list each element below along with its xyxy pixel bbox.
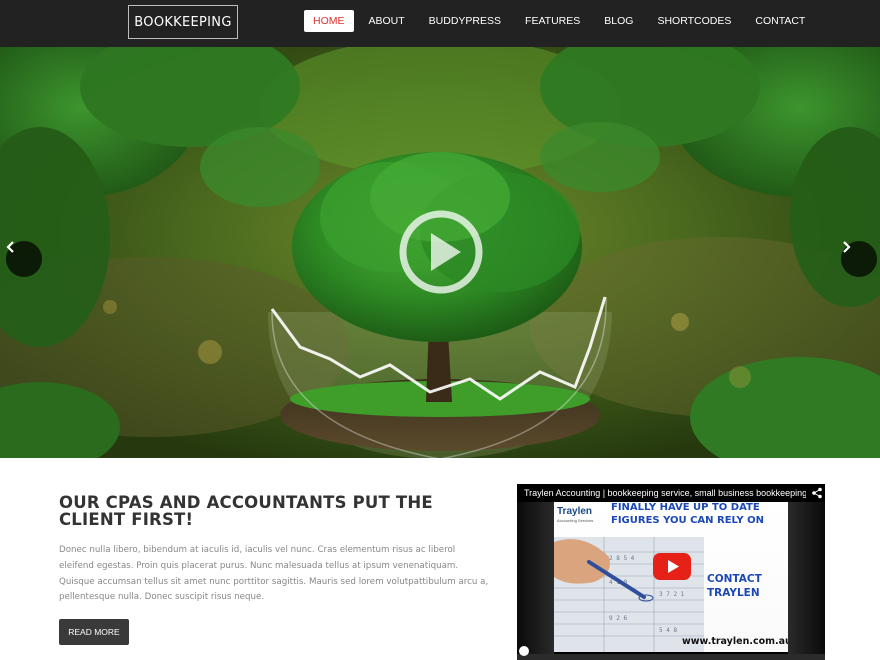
hero-slider — [0, 47, 880, 458]
video-embed[interactable]: Traylen Accounting | bookkeeping service… — [517, 484, 825, 660]
svg-text:9 2 6: 9 2 6 — [609, 615, 627, 622]
video-progress-bar[interactable] — [517, 654, 825, 660]
nav-item-blog[interactable]: BLOG — [595, 10, 642, 32]
video-title[interactable]: Traylen Accounting | bookkeeping service… — [524, 488, 806, 498]
chevron-right-icon — [843, 241, 851, 253]
thumbnail-url: www.traylen.com.au — [682, 636, 788, 647]
thumbnail-contact-line2: TRAYLEN — [707, 586, 760, 599]
thumbnail-contact-line1: CONTACT — [707, 573, 762, 585]
slider-prev-button[interactable] — [6, 241, 42, 277]
youtube-play-icon[interactable] — [653, 553, 691, 580]
video-side-right — [788, 502, 825, 660]
svg-text:5 4 8: 5 4 8 — [659, 627, 677, 634]
nav-item-features[interactable]: FEATURES — [516, 10, 589, 32]
slider-next-button[interactable] — [841, 241, 877, 277]
nav-item-contact[interactable]: CONTACT — [746, 10, 814, 32]
traylen-logo: Traylen — [557, 506, 593, 517]
main-nav: HOME ABOUT BUDDYPRESS FEATURES BLOG SHOR… — [304, 10, 820, 32]
nav-item-buddypress[interactable]: BUDDYPRESS — [420, 10, 510, 32]
svg-text:2 8 5 4: 2 8 5 4 — [609, 555, 635, 562]
nav-item-shortcodes[interactable]: SHORTCODES — [648, 10, 740, 32]
nav-item-about[interactable]: ABOUT — [360, 10, 414, 32]
video-thumbnail[interactable]: 2 8 5 41 6 2 4 1 03 7 2 1 9 2 65 4 8 Tra… — [554, 502, 788, 652]
traylen-logo-sub: Accounting Services — [557, 518, 594, 523]
chevron-left-icon — [6, 241, 14, 253]
section-heading: OUR CPAS AND ACCOUNTANTS PUT THE CLIENT … — [59, 493, 433, 529]
site-header: BOOKKEEPING HOME ABOUT BUDDYPRESS FEATUR… — [0, 0, 880, 47]
section-body-text: Donec nulla libero, bibendum at iaculis … — [59, 545, 489, 603]
video-scrubber-handle[interactable] — [519, 646, 529, 656]
thumbnail-headline: FINALLY HAVE UP TO DATE FIGURES YOU CAN … — [611, 502, 764, 526]
video-side-left — [517, 502, 554, 660]
site-logo[interactable]: BOOKKEEPING — [128, 5, 238, 39]
share-icon[interactable] — [811, 487, 823, 499]
svg-text:3 7 2 1: 3 7 2 1 — [659, 591, 685, 598]
thumbnail-contact: CONTACT TRAYLEN — [707, 573, 762, 600]
read-more-button[interactable]: READ MORE — [59, 619, 129, 645]
play-circle-icon[interactable] — [398, 209, 484, 295]
nav-item-home[interactable]: HOME — [304, 10, 354, 32]
